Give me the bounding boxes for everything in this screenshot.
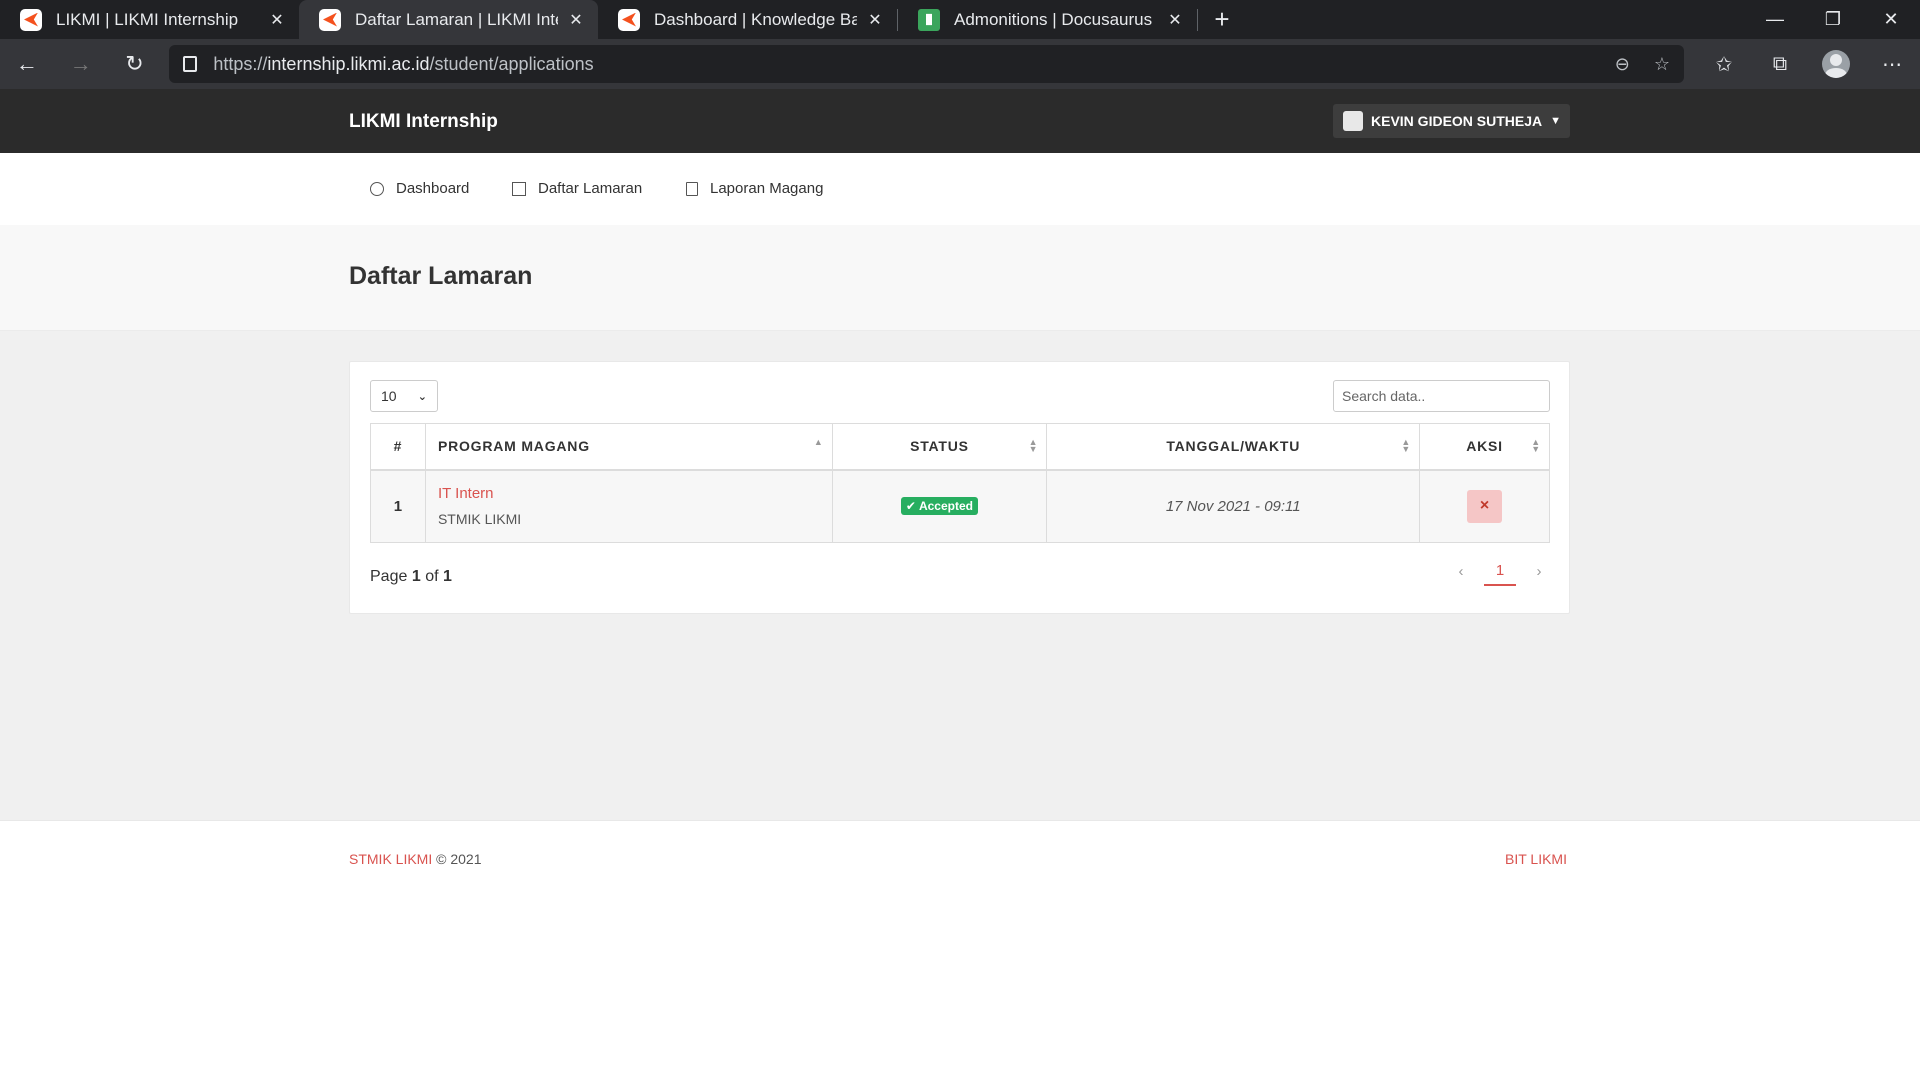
header-number: # [370,423,426,471]
tab-title: Admonitions | Docusaurus [954,9,1153,29]
clipboard-icon [512,181,526,196]
header-tanggal-waktu[interactable]: TANGGAL/WAKTU ▲ ▼ [1046,423,1421,471]
page-title: Daftar Lamaran [349,262,533,290]
browser-tab[interactable]: Dashboard | Knowledge Base LIKMI ✕ [598,0,897,39]
sort-icon: ▲ ▼ [1531,437,1541,454]
chevron-left-icon[interactable]: ‹ [1450,563,1472,580]
back-arrow-icon[interactable]: ← [0,39,54,89]
sort-asc-icon: ▲ [813,437,824,447]
page-info: Page 1 of 1 [370,568,452,585]
per-page-select[interactable]: 10 ⌄ [370,380,438,412]
per-page-value: 10 [381,388,397,404]
applications-card: 10 ⌄ # PROGRAM MAGANG▲ STATUS▲▼ TANGGAL/… [349,361,1570,614]
browser-tab-active[interactable]: Daftar Lamaran | LIKMI Internship ✕ [299,0,598,39]
chevron-right-icon[interactable]: › [1528,563,1550,580]
browser-tab[interactable]: Admonitions | Docusaurus ✕ [898,0,1197,39]
browser-toolbar: ← → ↻ https://internship.likmi.ac.id/stu… [0,39,1920,89]
new-tab-icon[interactable]: + [1202,0,1242,39]
footer-brand-link[interactable]: STMIK LIKMI [349,851,432,867]
chevron-down-icon: ⌄ [417,390,427,403]
datetime-cell: 17 Nov 2021 - 09:11 [1046,469,1421,543]
favorites-icon[interactable]: ✩ [1696,50,1752,78]
profile-icon[interactable] [1808,50,1864,78]
search-input[interactable] [1333,380,1550,412]
main-nav: Dashboard Daftar Lamaran Laporan Magang [0,153,1920,225]
table-header-row: # PROGRAM MAGANG ▲ STATUS ▲ ▼ TANGGAL/WAKTU… [370,423,1550,471]
status-badge: ✔ Accepted [900,497,978,516]
window-close-icon[interactable]: ✕ [1862,0,1920,39]
program-link[interactable]: IT Intern [438,485,832,502]
reload-icon[interactable]: ↻ [108,39,162,89]
page-title-bar: Daftar Lamaran [0,225,1920,331]
tab-title: LIKMI | LIKMI Internship [56,9,239,29]
user-menu-button[interactable]: KEVIN GIDEON SUTHEJA ▼ [1333,104,1570,138]
nav-label: Laporan Magang [710,180,824,197]
delete-button[interactable]: × [1467,489,1503,523]
lock-icon [183,56,198,72]
program-cell: IT Intern STMIK LIKMI [424,469,833,543]
app-brand[interactable]: LIKMI Internship [349,111,498,133]
tab-title: Daftar Lamaran | LIKMI Internship [355,9,558,29]
compass-icon [370,181,384,196]
tab-separator [1197,8,1198,31]
browser-tab[interactable]: LIKMI | LIKMI Internship ✕ [0,0,299,39]
user-icon [1343,111,1363,131]
footer-bit-link[interactable]: BIT LIKMI [1505,851,1567,867]
docusaurus-icon [918,8,940,31]
book-icon [686,181,698,196]
chevron-down-icon: ▼ [1550,115,1562,127]
address-bar[interactable]: https://internship.likmi.ac.id/student/a… [169,45,1684,83]
close-icon[interactable]: ✕ [566,10,586,30]
minimize-icon[interactable]: — [1746,0,1804,39]
collections-icon[interactable]: ⧉ [1752,50,1808,78]
action-cell: × [1419,469,1550,543]
window-controls: — ❐ ✕ [1746,0,1920,39]
tab-title: Dashboard | Knowledge Base LIKMI [654,9,857,29]
avatar [1821,50,1850,78]
pagination: ‹ 1 › [1450,556,1550,586]
zoom-out-icon[interactable]: ⊖ [1615,54,1630,75]
nav-item-dashboard[interactable]: Dashboard [370,180,469,197]
header-status[interactable]: STATUS ▲ ▼ [831,423,1048,471]
nav-item-laporan-magang[interactable]: Laporan Magang [686,180,823,197]
footer-copyright: STMIK LIKMI © 2021 [349,851,482,867]
nav-item-daftar-lamaran[interactable]: Daftar Lamaran [512,180,642,197]
forward-arrow-icon[interactable]: → [54,39,108,89]
page-content: LIKMI Internship KEVIN GIDEON SUTHEJA ▼ … [0,89,1920,1080]
add-favorite-icon[interactable]: ☆ [1654,54,1670,75]
more-menu-icon[interactable]: ⋯ [1864,50,1920,78]
status-cell: ✔ Accepted [831,469,1048,543]
header-aksi[interactable]: AKSI ▲ ▼ [1419,423,1550,471]
footer: STMIK LIKMI © 2021 BIT LIKMI [0,820,1920,1080]
program-organization: STMIK LIKMI [437,511,522,528]
datetime-text: 17 Nov 2021 - 09:11 [1165,497,1301,515]
nav-label: Daftar Lamaran [538,180,643,197]
nav-label: Dashboard [396,180,470,197]
restore-icon[interactable]: ❐ [1804,0,1862,39]
app-header: LIKMI Internship KEVIN GIDEON SUTHEJA ▼ [0,89,1920,153]
close-icon[interactable]: ✕ [1165,10,1185,30]
row-number: 1 [370,469,426,543]
sort-icon: ▲ ▼ [1028,437,1039,454]
table-row: 1 IT Intern STMIK LIKMI ✔ Accepted 17 Nov… [370,469,1550,543]
likmi-icon [618,8,640,31]
check-icon: ✔ [905,499,916,514]
header-program-magang[interactable]: PROGRAM MAGANG ▲ [424,423,833,471]
likmi-icon [20,8,42,31]
applications-table: # PROGRAM MAGANG ▲ STATUS ▲ ▼ TANGGAL/WAKTU… [370,423,1550,543]
url-text: https://internship.likmi.ac.id/student/a… [213,53,594,74]
close-icon[interactable]: ✕ [865,10,885,30]
likmi-icon [319,8,341,31]
close-icon[interactable]: ✕ [267,10,287,30]
user-name: KEVIN GIDEON SUTHEJA [1371,113,1543,129]
page-button-active[interactable]: 1 [1484,556,1516,586]
sort-icon: ▲ ▼ [1401,437,1412,454]
browser-tab-bar: LIKMI | LIKMI Internship ✕ Daftar Lamara… [0,0,1920,39]
